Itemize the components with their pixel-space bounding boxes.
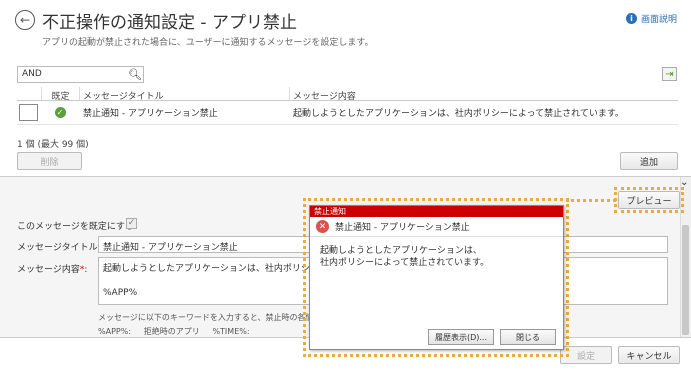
help-link[interactable]: i 画面説明 [625, 12, 677, 25]
column-header-content: メッセージ内容 [289, 87, 678, 102]
info-icon: i [625, 13, 637, 24]
error-icon: ✕ [316, 220, 329, 233]
delete-button[interactable]: 削除 [17, 152, 82, 170]
default-label: このメッセージを既定にする: [17, 222, 137, 232]
title-label: メッセージタイトル: [17, 243, 101, 253]
default-checkbox[interactable]: ✓ [126, 218, 137, 229]
row-title: 禁止通知 - アプリケーション禁止 [83, 109, 218, 119]
dialog-header: ✕ 禁止通知 - アプリケーション禁止 [310, 217, 563, 237]
item-count: 1 個 (最大 99 個) [17, 140, 89, 150]
dialog-title-bar: 禁止通知 [310, 206, 563, 217]
dialog-message-line: 社内ポリシーによって禁止されています。 [320, 258, 490, 268]
table-row[interactable]: ✓ 禁止通知 - アプリケーション禁止 起動しようとしたアプリケーションは、社内… [17, 101, 678, 125]
callout-line [566, 199, 616, 202]
back-arrow-icon[interactable]: ← [15, 10, 35, 30]
keyword-hint: メッセージに以下のキーワードを入力すると、禁止時の各情報に置 [98, 313, 338, 322]
content-label: メッセージ内容*: [17, 265, 88, 275]
search-icon[interactable]: 🔍︎ [128, 68, 142, 81]
message-table: 既定 メッセージタイトル メッセージ内容 ✓ 禁止通知 - アプリケーション禁止… [17, 87, 678, 125]
preview-dialog: 禁止通知 ✕ 禁止通知 - アプリケーション禁止 起動しようとしたアプリケーショ… [309, 205, 564, 350]
help-label: 画面説明 [640, 15, 677, 25]
dialog-heading: 禁止通知 - アプリケーション禁止 [335, 223, 470, 233]
page-title: 不正操作の通知設定 - アプリ禁止 [42, 13, 297, 33]
select-column-header [17, 87, 41, 100]
page-description: アプリの起動が禁止された場合に、ユーザーに通知するメッセージを設定します。 [42, 38, 374, 48]
keyword-list: %APP%: 拒絶時のアプリ %TIME%: [98, 327, 250, 336]
scroll-thumb[interactable] [682, 225, 689, 335]
page-header: ← 不正操作の通知設定 - アプリ禁止 アプリの起動が禁止された場合に、ユーザー… [0, 0, 691, 58]
dialog-body: 起動しようとしたアプリケーションは、 社内ポリシーによって禁止されています。 [310, 237, 563, 277]
dialog-message-line: 起動しようとしたアプリケーションは、 [320, 246, 482, 256]
column-header-title: メッセージタイトル [79, 87, 289, 102]
cancel-button[interactable]: キャンセル [618, 346, 680, 364]
column-header-default: 既定 [41, 87, 79, 102]
export-icon[interactable]: ⇥ [662, 67, 677, 81]
row-checkbox[interactable] [19, 104, 38, 121]
search-input[interactable]: AND [17, 66, 144, 83]
add-button[interactable]: 追加 [620, 152, 678, 170]
table-header: 既定 メッセージタイトル メッセージ内容 [17, 87, 678, 102]
ok-check-icon: ✓ [54, 107, 66, 118]
preview-highlight [614, 187, 684, 213]
row-content: 起動しようとしたアプリケーションは、社内ポリシーによって禁止されています。 [293, 109, 624, 119]
close-button[interactable]: 閉じる [500, 329, 556, 345]
history-button[interactable]: 履歴表示(D)... [428, 329, 494, 345]
